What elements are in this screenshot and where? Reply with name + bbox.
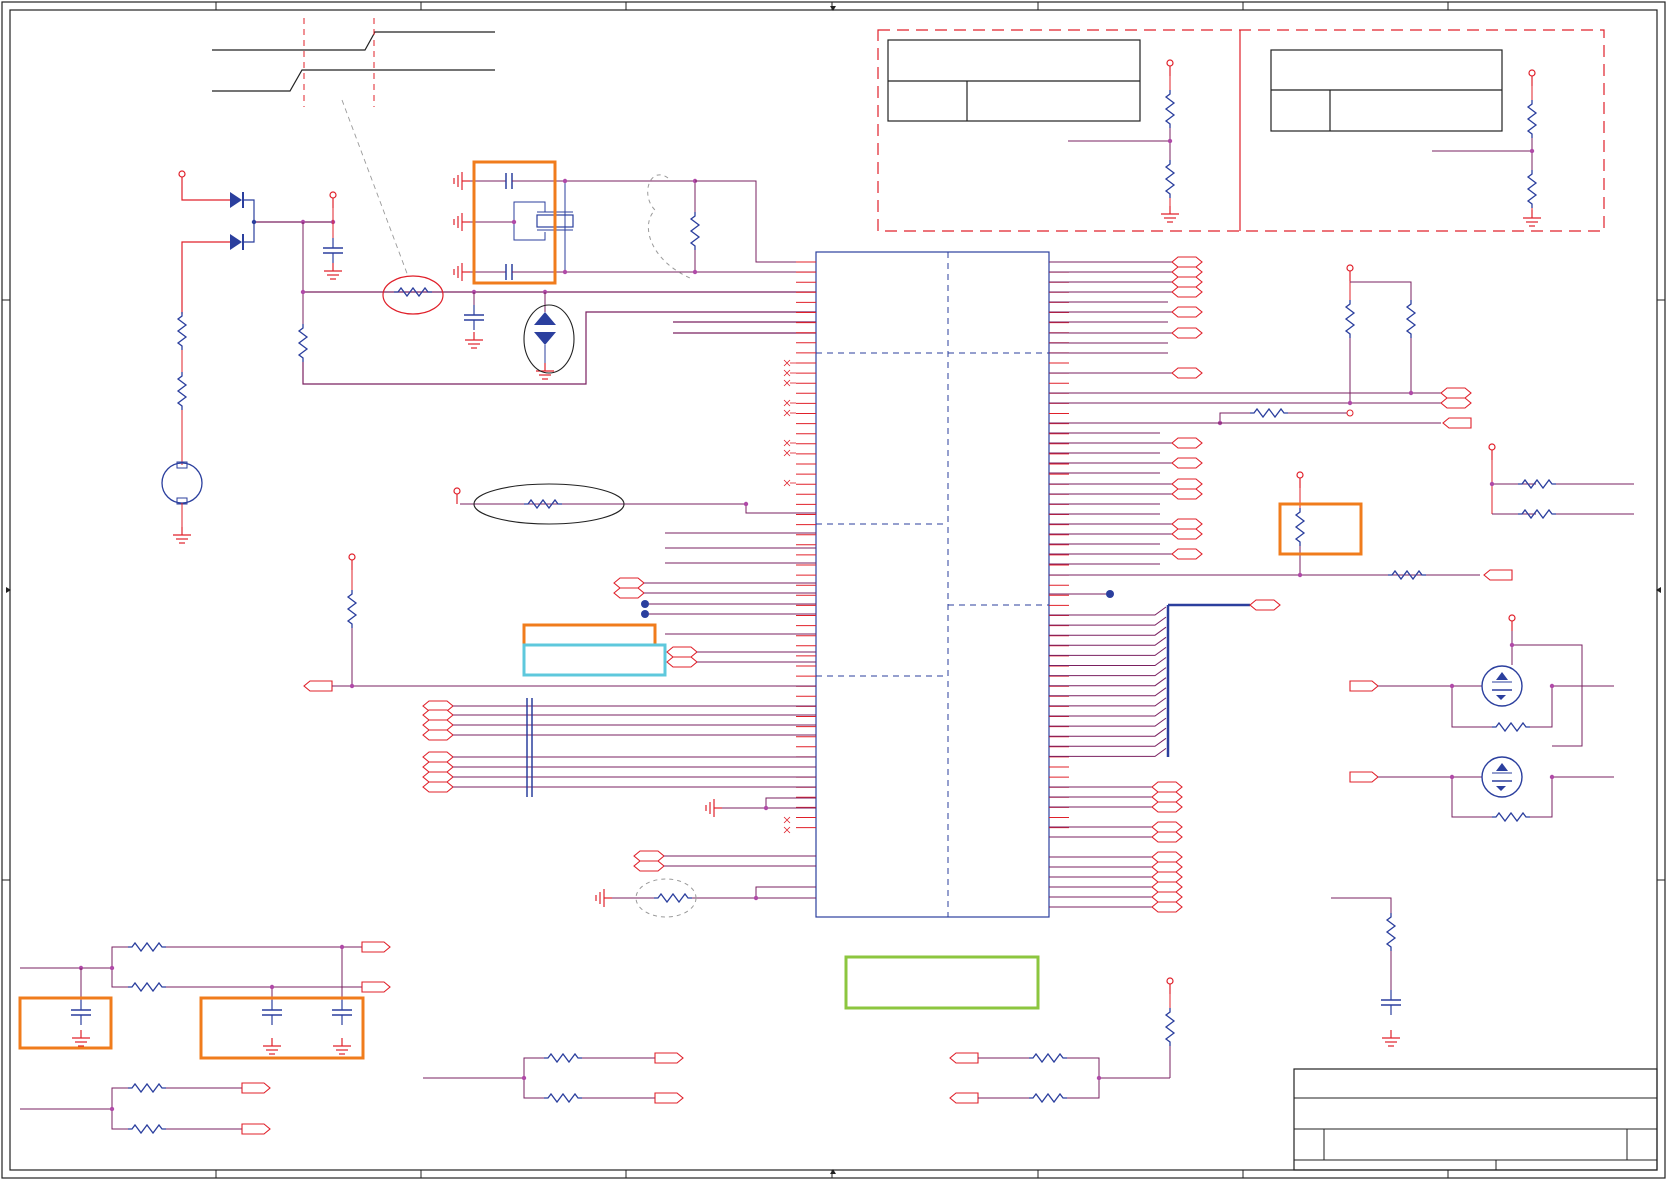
port-connector-icon	[1151, 901, 1183, 913]
port-connector-icon	[1151, 791, 1183, 803]
port-connector-icon	[1151, 861, 1183, 873]
port-connector-icon	[1171, 306, 1203, 318]
schematic-sheet	[1, 1, 1666, 1179]
bus-entry	[1049, 737, 1167, 747]
bus-entry	[1049, 677, 1167, 687]
rc-filter	[1331, 897, 1402, 1047]
bus-entry	[1049, 626, 1167, 636]
port-connector-icon	[1171, 548, 1203, 560]
no-connect-icon	[783, 479, 791, 487]
port-connector-icon	[422, 729, 454, 741]
port-connector-icon	[1151, 801, 1183, 813]
main-ic	[783, 251, 1069, 918]
bus-entry	[1049, 707, 1167, 717]
bus-entry	[1049, 747, 1167, 757]
port-connector-icon	[1171, 528, 1203, 540]
no-connect-icon	[783, 449, 791, 457]
bus-entry	[1049, 606, 1167, 616]
bottom-left-network	[20, 941, 684, 1135]
power-input-section	[161, 170, 816, 544]
mosfet-icon	[1481, 756, 1523, 798]
port-connector-icon	[1151, 881, 1183, 893]
highlight-boxes	[18, 160, 1363, 1060]
no-connect-icon	[783, 379, 791, 387]
no-connect-icon	[783, 816, 791, 824]
port-connector-icon	[1171, 518, 1203, 530]
port-connector-icon	[422, 771, 454, 783]
port-connector-icon	[422, 761, 454, 773]
port-connector-icon	[1151, 781, 1183, 793]
port-connector-icon	[1151, 891, 1183, 903]
level-shifter	[1349, 614, 1614, 822]
no-connect-icon	[783, 409, 791, 417]
port-connector-icon	[1171, 276, 1203, 288]
port-connector-icon	[422, 719, 454, 731]
no-connect-icon	[783, 359, 791, 367]
left-signal-group	[303, 483, 816, 918]
port-connector-icon	[1171, 256, 1203, 268]
right-signal-group	[1049, 256, 1634, 913]
bus-fan-in	[1049, 606, 1167, 757]
port-connector-icon	[422, 781, 454, 793]
mosfet-icon	[1481, 665, 1523, 707]
cap-highlight-pair	[199, 996, 365, 1060]
title-block	[1293, 1068, 1658, 1171]
port-connector-icon	[1171, 437, 1203, 449]
bus-entry	[1049, 667, 1167, 677]
pin-label-highlight-2	[522, 643, 667, 677]
bus-entry	[1049, 636, 1167, 646]
port-connector-icon	[1151, 831, 1183, 843]
bus-entry	[1049, 717, 1167, 727]
port-connector-icon	[422, 709, 454, 721]
cap-highlight-left	[18, 996, 113, 1050]
port-connector-icon	[1171, 327, 1203, 339]
bus-entry	[1049, 687, 1167, 697]
port-connector-icon	[422, 751, 454, 763]
no-connect-icon	[783, 369, 791, 377]
port-connector-icon	[1171, 367, 1203, 379]
bus-entry	[1049, 616, 1167, 626]
reference-panel	[877, 29, 1605, 232]
bus-entry	[1049, 657, 1167, 666]
pin-label-highlight	[522, 623, 657, 647]
port-connector-icon	[1171, 488, 1203, 500]
port-connector-icon	[1171, 457, 1203, 469]
bus-entry	[1049, 727, 1167, 737]
port-connector-icon	[1151, 871, 1183, 883]
crystal-oscillator	[453, 171, 816, 282]
bus-entry	[1049, 697, 1167, 707]
diode-icon	[230, 234, 244, 250]
port-connector-icon	[1171, 266, 1203, 278]
no-connect-icon	[783, 826, 791, 834]
diode-icon	[230, 192, 244, 208]
no-connect-icon	[783, 399, 791, 407]
battery-icon	[161, 461, 203, 505]
no-connect-icon	[783, 439, 791, 447]
port-connector-icon	[1151, 851, 1183, 863]
differential-pairs	[422, 698, 816, 797]
port-connector-icon	[1171, 286, 1203, 298]
bottom-right-network	[949, 977, 1175, 1104]
note-highlight	[844, 955, 1040, 1010]
pullup-highlight	[1278, 502, 1363, 556]
bus-entry	[1049, 646, 1167, 656]
port-connector-icon	[1171, 478, 1203, 490]
port-connector-icon	[1151, 821, 1183, 833]
right-ports	[1049, 256, 1203, 913]
